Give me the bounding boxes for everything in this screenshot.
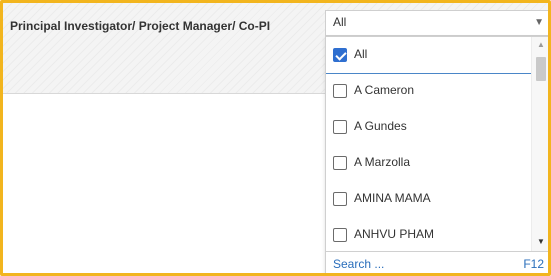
scrollbar[interactable]: ▲ ▼: [531, 37, 548, 251]
search-link[interactable]: Search ...: [333, 257, 384, 271]
option-a-cameron[interactable]: A Cameron: [326, 73, 532, 109]
option-label: ANHVU PHAM: [354, 227, 435, 241]
option-label: All: [354, 47, 368, 61]
dropdown-list: All A Cameron A Gundes A Marzolla AMINA …: [325, 36, 548, 273]
checkbox[interactable]: [333, 120, 347, 134]
search-shortcut: F12: [523, 257, 544, 271]
option-all[interactable]: All: [326, 37, 532, 74]
prompt-panel: Principal Investigator/ Project Manager/…: [0, 0, 551, 276]
search-row: Search ... F12: [326, 251, 548, 273]
option-label: A Cameron: [354, 83, 415, 97]
checkbox[interactable]: [333, 192, 347, 206]
checkbox-checked[interactable]: [333, 48, 347, 62]
checkbox[interactable]: [333, 156, 347, 170]
option-amina-mama[interactable]: AMINA MAMA: [326, 181, 532, 217]
investigator-select[interactable]: All ▼: [325, 10, 548, 36]
chevron-down-icon[interactable]: ▼: [534, 17, 544, 28]
arrow-up-icon[interactable]: ▲: [532, 40, 548, 49]
select-value: All: [333, 15, 347, 29]
option-label: AMINA MAMA: [354, 191, 431, 205]
option-a-marzolla[interactable]: A Marzolla: [326, 145, 532, 181]
option-anhvu-pham[interactable]: ANHVU PHAM: [326, 217, 532, 253]
option-label: A Gundes: [354, 119, 407, 133]
arrow-down-icon[interactable]: ▼: [532, 237, 548, 246]
filter-label: Principal Investigator/ Project Manager/…: [10, 19, 271, 33]
checkbox[interactable]: [333, 84, 347, 98]
checkbox[interactable]: [333, 228, 347, 242]
option-a-gundes[interactable]: A Gundes: [326, 109, 532, 145]
scroll-thumb[interactable]: [536, 57, 546, 81]
option-label: A Marzolla: [354, 155, 411, 169]
